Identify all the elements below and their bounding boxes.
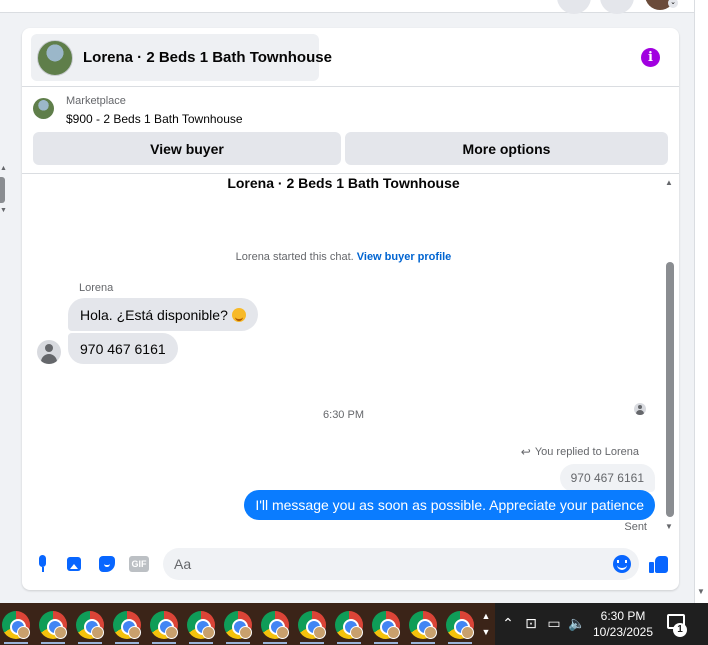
message-list[interactable]: Lorena · 2 Beds 1 Bath Townhouse Lorena … [22, 174, 665, 538]
taskbar: ▲ ▼ ⌃ ⊡ ▭ 🔈 6:30 PM 10/23/2025 1 [0, 603, 708, 645]
sender-name: Lorena [79, 282, 114, 294]
scroll-down-icon[interactable]: ▼ [697, 587, 705, 596]
sender-avatar[interactable] [37, 340, 61, 364]
incoming-message[interactable]: Hola. ¿Está disponible? [68, 298, 258, 331]
listing-link[interactable]: $900 - 2 Beds 1 Bath Townhouse [66, 112, 243, 126]
chrome-icon[interactable] [187, 611, 215, 644]
scroll-down-icon[interactable]: ▼ [665, 522, 673, 531]
view-buyer-profile-link[interactable]: View buyer profile [357, 251, 452, 263]
scroll-down-icon[interactable]: ▼ [0, 207, 7, 214]
chrome-icon[interactable] [298, 611, 326, 644]
microphone-icon[interactable] [34, 555, 52, 573]
chrome-icon[interactable] [39, 611, 67, 644]
top-navigation-bar: ⌄ [0, 0, 694, 14]
meet-now-icon[interactable]: ⊡ [522, 615, 540, 632]
chat-window: Lorena · 2 Beds 1 Bath Townhouse i Marke… [22, 28, 679, 590]
clock-time: 6:30 PM [600, 609, 646, 623]
chat-title: Lorena · 2 Beds 1 Bath Townhouse [83, 49, 332, 66]
network-icon[interactable]: ▭ [545, 615, 563, 632]
incoming-message[interactable]: 970 467 6161 [68, 333, 178, 364]
volume-icon[interactable]: 🔈 [568, 615, 586, 632]
marketplace-label: Marketplace [66, 95, 126, 107]
chevron-up-icon[interactable]: ⌃ [499, 615, 517, 632]
delivery-status: Sent [624, 521, 647, 533]
chat-started-text: Lorena started this chat. [235, 251, 354, 263]
chrome-icon[interactable] [372, 611, 400, 644]
more-options-button[interactable]: More options [345, 132, 668, 165]
chat-started-notice: Lorena started this chat. View buyer pro… [22, 251, 665, 263]
message-timestamp: 6:30 PM [323, 409, 364, 421]
message-input-wrapper[interactable] [163, 548, 639, 580]
message-composer: GIF [22, 544, 679, 584]
gif-icon[interactable]: GIF [129, 556, 149, 572]
chrome-icon[interactable] [2, 611, 30, 644]
chrome-icon[interactable] [150, 611, 178, 644]
chrome-icon[interactable] [261, 611, 289, 644]
reply-arrow-icon: ↩ [520, 445, 531, 459]
system-tray: ⌃ ⊡ ▭ 🔈 6:30 PM 10/23/2025 1 [495, 603, 708, 645]
replied-indicator: ↩ You replied to Lorena [521, 445, 639, 459]
quoted-message[interactable]: 970 467 6161 [559, 464, 655, 492]
message-input[interactable] [174, 548, 594, 580]
chrome-icon[interactable] [76, 611, 104, 644]
emoji-icon[interactable] [613, 555, 631, 573]
scroll-thumb[interactable] [0, 177, 5, 203]
message-scroll-thumb[interactable] [666, 262, 674, 517]
message-text: Hola. ¿Está disponible? [80, 306, 228, 323]
sticker-icon[interactable] [98, 555, 116, 573]
chat-header-button[interactable]: Lorena · 2 Beds 1 Bath Townhouse [31, 34, 332, 81]
scroll-up-icon[interactable]: ▲ [0, 165, 7, 172]
info-icon[interactable]: i [641, 48, 660, 67]
chrome-icon[interactable] [113, 611, 141, 644]
view-buyer-button[interactable]: View buyer [33, 132, 341, 165]
replied-label: You replied to Lorena [534, 446, 639, 458]
menu-button[interactable] [557, 0, 591, 14]
clock-date: 10/23/2025 [592, 625, 654, 639]
listing-thumbnail [37, 39, 73, 76]
conversation-title: Lorena · 2 Beds 1 Bath Townhouse [227, 175, 460, 191]
scroll-up-icon[interactable]: ▲ [665, 178, 673, 187]
outgoing-message[interactable]: I'll message you as soon as possible. Ap… [244, 490, 655, 520]
chrome-icon[interactable] [335, 611, 363, 644]
chrome-icon[interactable] [446, 611, 474, 644]
chrome-icon[interactable] [409, 611, 437, 644]
message-text: 970 467 6161 [80, 340, 166, 357]
notification-badge: 1 [673, 623, 687, 637]
notifications-button[interactable] [600, 0, 634, 14]
divider [22, 86, 679, 87]
chrome-icon[interactable] [224, 611, 252, 644]
taskbar-scroll-arrows[interactable]: ▲ ▼ [480, 608, 492, 642]
page-scrollbar-right[interactable]: ▼ [694, 0, 708, 603]
system-clock[interactable]: 6:30 PM 10/23/2025 [591, 608, 655, 640]
chevron-down-icon[interactable]: ⌄ [668, 0, 678, 8]
smiling-emoji-icon [231, 307, 246, 322]
page-scrollbar[interactable]: ▲ ▼ [0, 165, 7, 215]
like-icon[interactable] [649, 554, 669, 574]
photo-icon[interactable] [66, 555, 84, 573]
listing-thumbnail-small[interactable] [33, 98, 54, 119]
